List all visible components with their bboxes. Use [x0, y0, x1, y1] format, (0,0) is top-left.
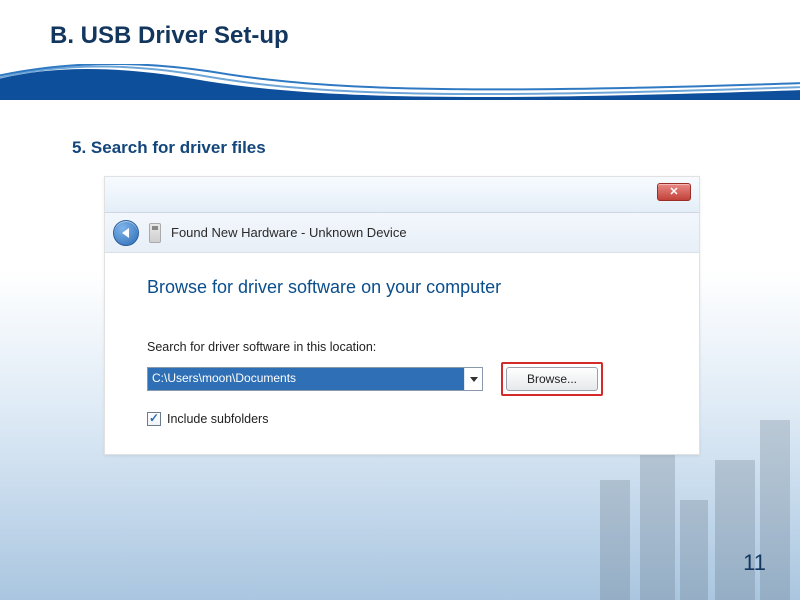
- include-subfolders-row: Include subfolders: [147, 412, 671, 426]
- location-value: C:\Users\moon\Documents: [148, 368, 464, 390]
- chevron-down-icon[interactable]: [464, 368, 482, 390]
- step-label: 5. Search for driver files: [72, 138, 800, 158]
- browse-highlight: Browse...: [501, 362, 603, 396]
- title-wave-decoration: [0, 64, 800, 100]
- location-field-label: Search for driver software in this locat…: [147, 340, 671, 354]
- wizard-header: Found New Hardware - Unknown Device: [105, 213, 699, 253]
- slide-title: B. USB Driver Set-up: [0, 0, 800, 50]
- wizard-window: ✕ Found New Hardware - Unknown Device Br…: [104, 176, 700, 455]
- include-subfolders-label: Include subfolders: [167, 412, 268, 426]
- browse-button[interactable]: Browse...: [506, 367, 598, 391]
- back-button[interactable]: [113, 220, 139, 246]
- wizard-body: Browse for driver software on your compu…: [105, 253, 699, 454]
- slide: B. USB Driver Set-up 5. Search for drive…: [0, 0, 800, 600]
- wizard-header-text: Found New Hardware - Unknown Device: [171, 225, 407, 240]
- location-combobox[interactable]: C:\Users\moon\Documents: [147, 367, 483, 391]
- window-titlebar: ✕: [105, 177, 699, 213]
- wizard-heading: Browse for driver software on your compu…: [147, 277, 671, 298]
- device-icon: [149, 223, 161, 243]
- include-subfolders-checkbox[interactable]: [147, 412, 161, 426]
- page-number: 11: [743, 550, 766, 576]
- window-close-button[interactable]: ✕: [657, 183, 691, 201]
- path-row: C:\Users\moon\Documents Browse...: [147, 362, 671, 396]
